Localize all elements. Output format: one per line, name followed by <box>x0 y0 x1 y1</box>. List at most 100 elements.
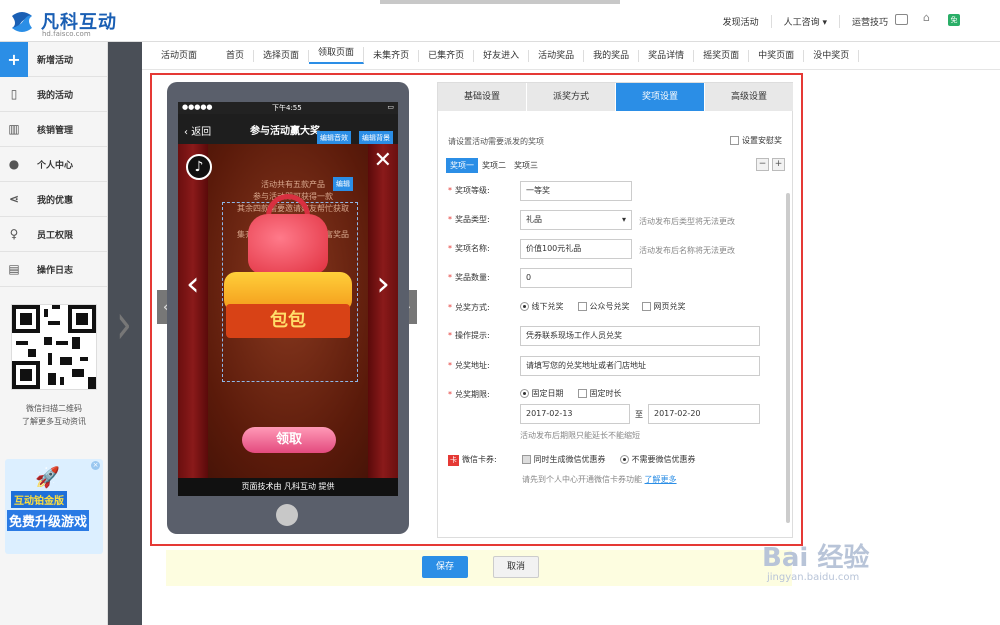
required-mark: * <box>448 303 452 312</box>
logo[interactable]: 凡科互动 hd.faisco.com <box>8 6 138 38</box>
home-icon[interactable]: ⌂ <box>923 12 935 24</box>
prize-tab-2[interactable]: 奖项二 <box>478 158 510 173</box>
period-fixed-date[interactable]: 固定日期 <box>520 388 564 399</box>
free-badge[interactable]: 免 <box>948 14 960 26</box>
add-prize-button[interactable]: + <box>772 158 785 171</box>
learn-more-link[interactable]: 了解更多 <box>645 475 677 484</box>
edit-background-button[interactable]: 编辑背景 <box>359 131 393 145</box>
nav-tips[interactable]: 运营技巧 <box>840 15 900 28</box>
edit-button[interactable]: 编辑 <box>333 177 353 191</box>
consolation-checkbox[interactable] <box>730 136 740 145</box>
tab-my-prizes[interactable]: 我的奖品 <box>584 49 640 62</box>
addr-input[interactable]: 请填写您的兑奖地址或者门店地址 <box>520 356 760 376</box>
promo-line1: 互动铂金版 <box>11 491 67 508</box>
remove-prize-button[interactable]: − <box>756 158 769 171</box>
tab-prize-settings[interactable]: 奖项设置 <box>616 83 705 111</box>
panel-scrollbar[interactable] <box>786 193 790 523</box>
phone-preview: ●●●●● 下午4:55 ▭ ‹ 返回 参与活动赢大奖 编辑音效 编辑背景 ♪ … <box>167 82 409 534</box>
period-fixed-duration-checkbox[interactable] <box>578 389 587 398</box>
qty-input[interactable]: 0 <box>520 268 632 288</box>
consolation-toggle[interactable]: 设置安慰奖 <box>730 135 782 146</box>
promo-banner[interactable]: 🚀 × 互动铂金版 免费升级游戏 <box>5 459 103 554</box>
method-web-checkbox[interactable] <box>642 302 651 311</box>
type-note: 活动发布后类型将无法更改 <box>639 217 735 226</box>
method-offline[interactable]: 线下兑奖 <box>520 301 564 312</box>
chevron-down-icon: ▾ <box>621 215 626 224</box>
row-address: * 兑奖地址: 请填写您的兑奖地址或者门店地址 <box>438 354 794 378</box>
tab-complete-page[interactable]: 已集齐页 <box>419 49 475 62</box>
cancel-button[interactable]: 取消 <box>493 556 539 578</box>
music-icon[interactable]: ♪ <box>186 154 212 180</box>
name-input[interactable]: 价值100元礼品 <box>520 239 632 259</box>
tab-basic-settings[interactable]: 基础设置 <box>438 83 527 111</box>
tab-activity-page[interactable]: 活动页面 <box>152 50 217 62</box>
card-note: 请先到个人中心开通微信卡券功能 了解更多 <box>522 474 677 485</box>
collapse-strip[interactable]: › <box>108 42 142 625</box>
end-date-input[interactable]: 2017-02-20 <box>648 404 760 424</box>
stage-prev-icon[interactable]: ‹ <box>186 264 200 304</box>
tab-lottery-page[interactable]: 摇奖页面 <box>694 49 750 62</box>
tab-prize-detail[interactable]: 奖品详情 <box>639 49 695 62</box>
tab-select-page[interactable]: 选择页面 <box>254 49 310 62</box>
period-fixed-date-radio[interactable] <box>520 389 529 398</box>
edit-sound-button[interactable]: 编辑音效 <box>317 131 351 145</box>
qr-caption: 微信扫描二维码 了解更多互动资讯 <box>0 402 108 428</box>
home-button[interactable] <box>276 504 298 526</box>
tab-activity-prizes[interactable]: 活动奖品 <box>529 49 585 62</box>
card-generate-checkbox[interactable] <box>522 455 531 464</box>
sidebar-item-staff-permissions[interactable]: ♀ 员工权限 <box>0 217 107 252</box>
method-official-checkbox[interactable] <box>578 302 587 311</box>
nav-discover[interactable]: 发现活动 <box>711 15 772 28</box>
close-icon[interactable]: ✕ <box>374 148 392 173</box>
prize-tab-1[interactable]: 奖项一 <box>446 158 478 173</box>
row-method: * 兑奖方式: 线下兑奖 公众号兑奖 网页兑奖 <box>438 296 794 320</box>
required-mark: * <box>448 331 452 340</box>
close-icon[interactable]: × <box>91 461 100 470</box>
tab-win-page[interactable]: 中奖页面 <box>749 49 805 62</box>
nav-consult[interactable]: 人工咨询 ▾ <box>772 15 840 28</box>
message-icon[interactable] <box>895 14 908 25</box>
card-label: 卡微信卡券: <box>448 454 518 466</box>
stage-next-icon[interactable]: › <box>376 264 390 304</box>
sidebar-item-label: 我的活动 <box>37 90 74 101</box>
method-offline-radio[interactable] <box>520 302 529 311</box>
level-label-text: 奖项等级: <box>455 186 490 195</box>
back-button[interactable]: ‹ 返回 <box>184 123 211 138</box>
method-web[interactable]: 网页兑奖 <box>642 301 686 312</box>
prize-form: * 奖项等级: 一等奖 * 奖品类型: 礼品 ▾ 活动发布后类型将无法更改 * 奖项名称… <box>438 179 794 539</box>
tab-home[interactable]: 首页 <box>217 49 255 62</box>
tab-friend-enter[interactable]: 好友进入 <box>474 49 530 62</box>
claim-button[interactable]: 领取 <box>242 427 336 453</box>
status-bar: ●●●●● 下午4:55 ▭ <box>178 102 398 114</box>
card-none[interactable]: 不需要微信优惠券 <box>620 454 696 465</box>
card-none-radio[interactable] <box>620 455 629 464</box>
handbag-image <box>248 214 328 274</box>
tip-input[interactable]: 凭券联系现场工作人员兑奖 <box>520 326 760 346</box>
tab-claim-page[interactable]: 领取页面 <box>309 47 365 64</box>
sidebar-item-my-activities[interactable]: ▯ 我的活动 <box>0 77 107 112</box>
sidebar-item-my-discounts[interactable]: ⋖ 我的优惠 <box>0 182 107 217</box>
tab-incomplete-page[interactable]: 未集齐页 <box>364 49 420 62</box>
save-button[interactable]: 保存 <box>422 556 468 578</box>
level-input[interactable]: 一等奖 <box>520 181 632 201</box>
tab-distribution-method[interactable]: 派奖方式 <box>527 83 616 111</box>
sidebar-item-operation-log[interactable]: ▤ 操作日志 <box>0 252 107 287</box>
tab-lose-page[interactable]: 没中奖页 <box>804 49 860 62</box>
prize-tab-3[interactable]: 奖项三 <box>510 158 542 173</box>
sidebar: + 新增活动 ▯ 我的活动 ▥ 核销管理 ● 个人中心 ⋖ 我的优惠 ♀ 员工权… <box>0 41 108 625</box>
sidebar-item-verification[interactable]: ▥ 核销管理 <box>0 112 107 147</box>
plus-icon: + <box>0 41 28 77</box>
sidebar-item-personal-center[interactable]: ● 个人中心 <box>0 147 107 182</box>
row-level: * 奖项等级: 一等奖 <box>438 179 794 203</box>
period-fixed-date-label: 固定日期 <box>531 389 564 398</box>
sidebar-item-new-activity[interactable]: + 新增活动 <box>0 41 107 77</box>
type-select[interactable]: 礼品 ▾ <box>520 210 632 230</box>
method-official[interactable]: 公众号兑奖 <box>578 301 630 312</box>
panel-hint: 请设置活动需要派发的奖项 <box>448 137 544 146</box>
tab-advanced-settings[interactable]: 高级设置 <box>705 83 794 111</box>
addr-label-text: 兑奖地址: <box>455 361 490 370</box>
period-fixed-duration[interactable]: 固定时长 <box>578 388 622 399</box>
type-label-text: 奖品类型: <box>455 215 490 224</box>
start-date-input[interactable]: 2017-02-13 <box>520 404 630 424</box>
card-generate[interactable]: 同时生成微信优惠券 <box>522 454 606 465</box>
